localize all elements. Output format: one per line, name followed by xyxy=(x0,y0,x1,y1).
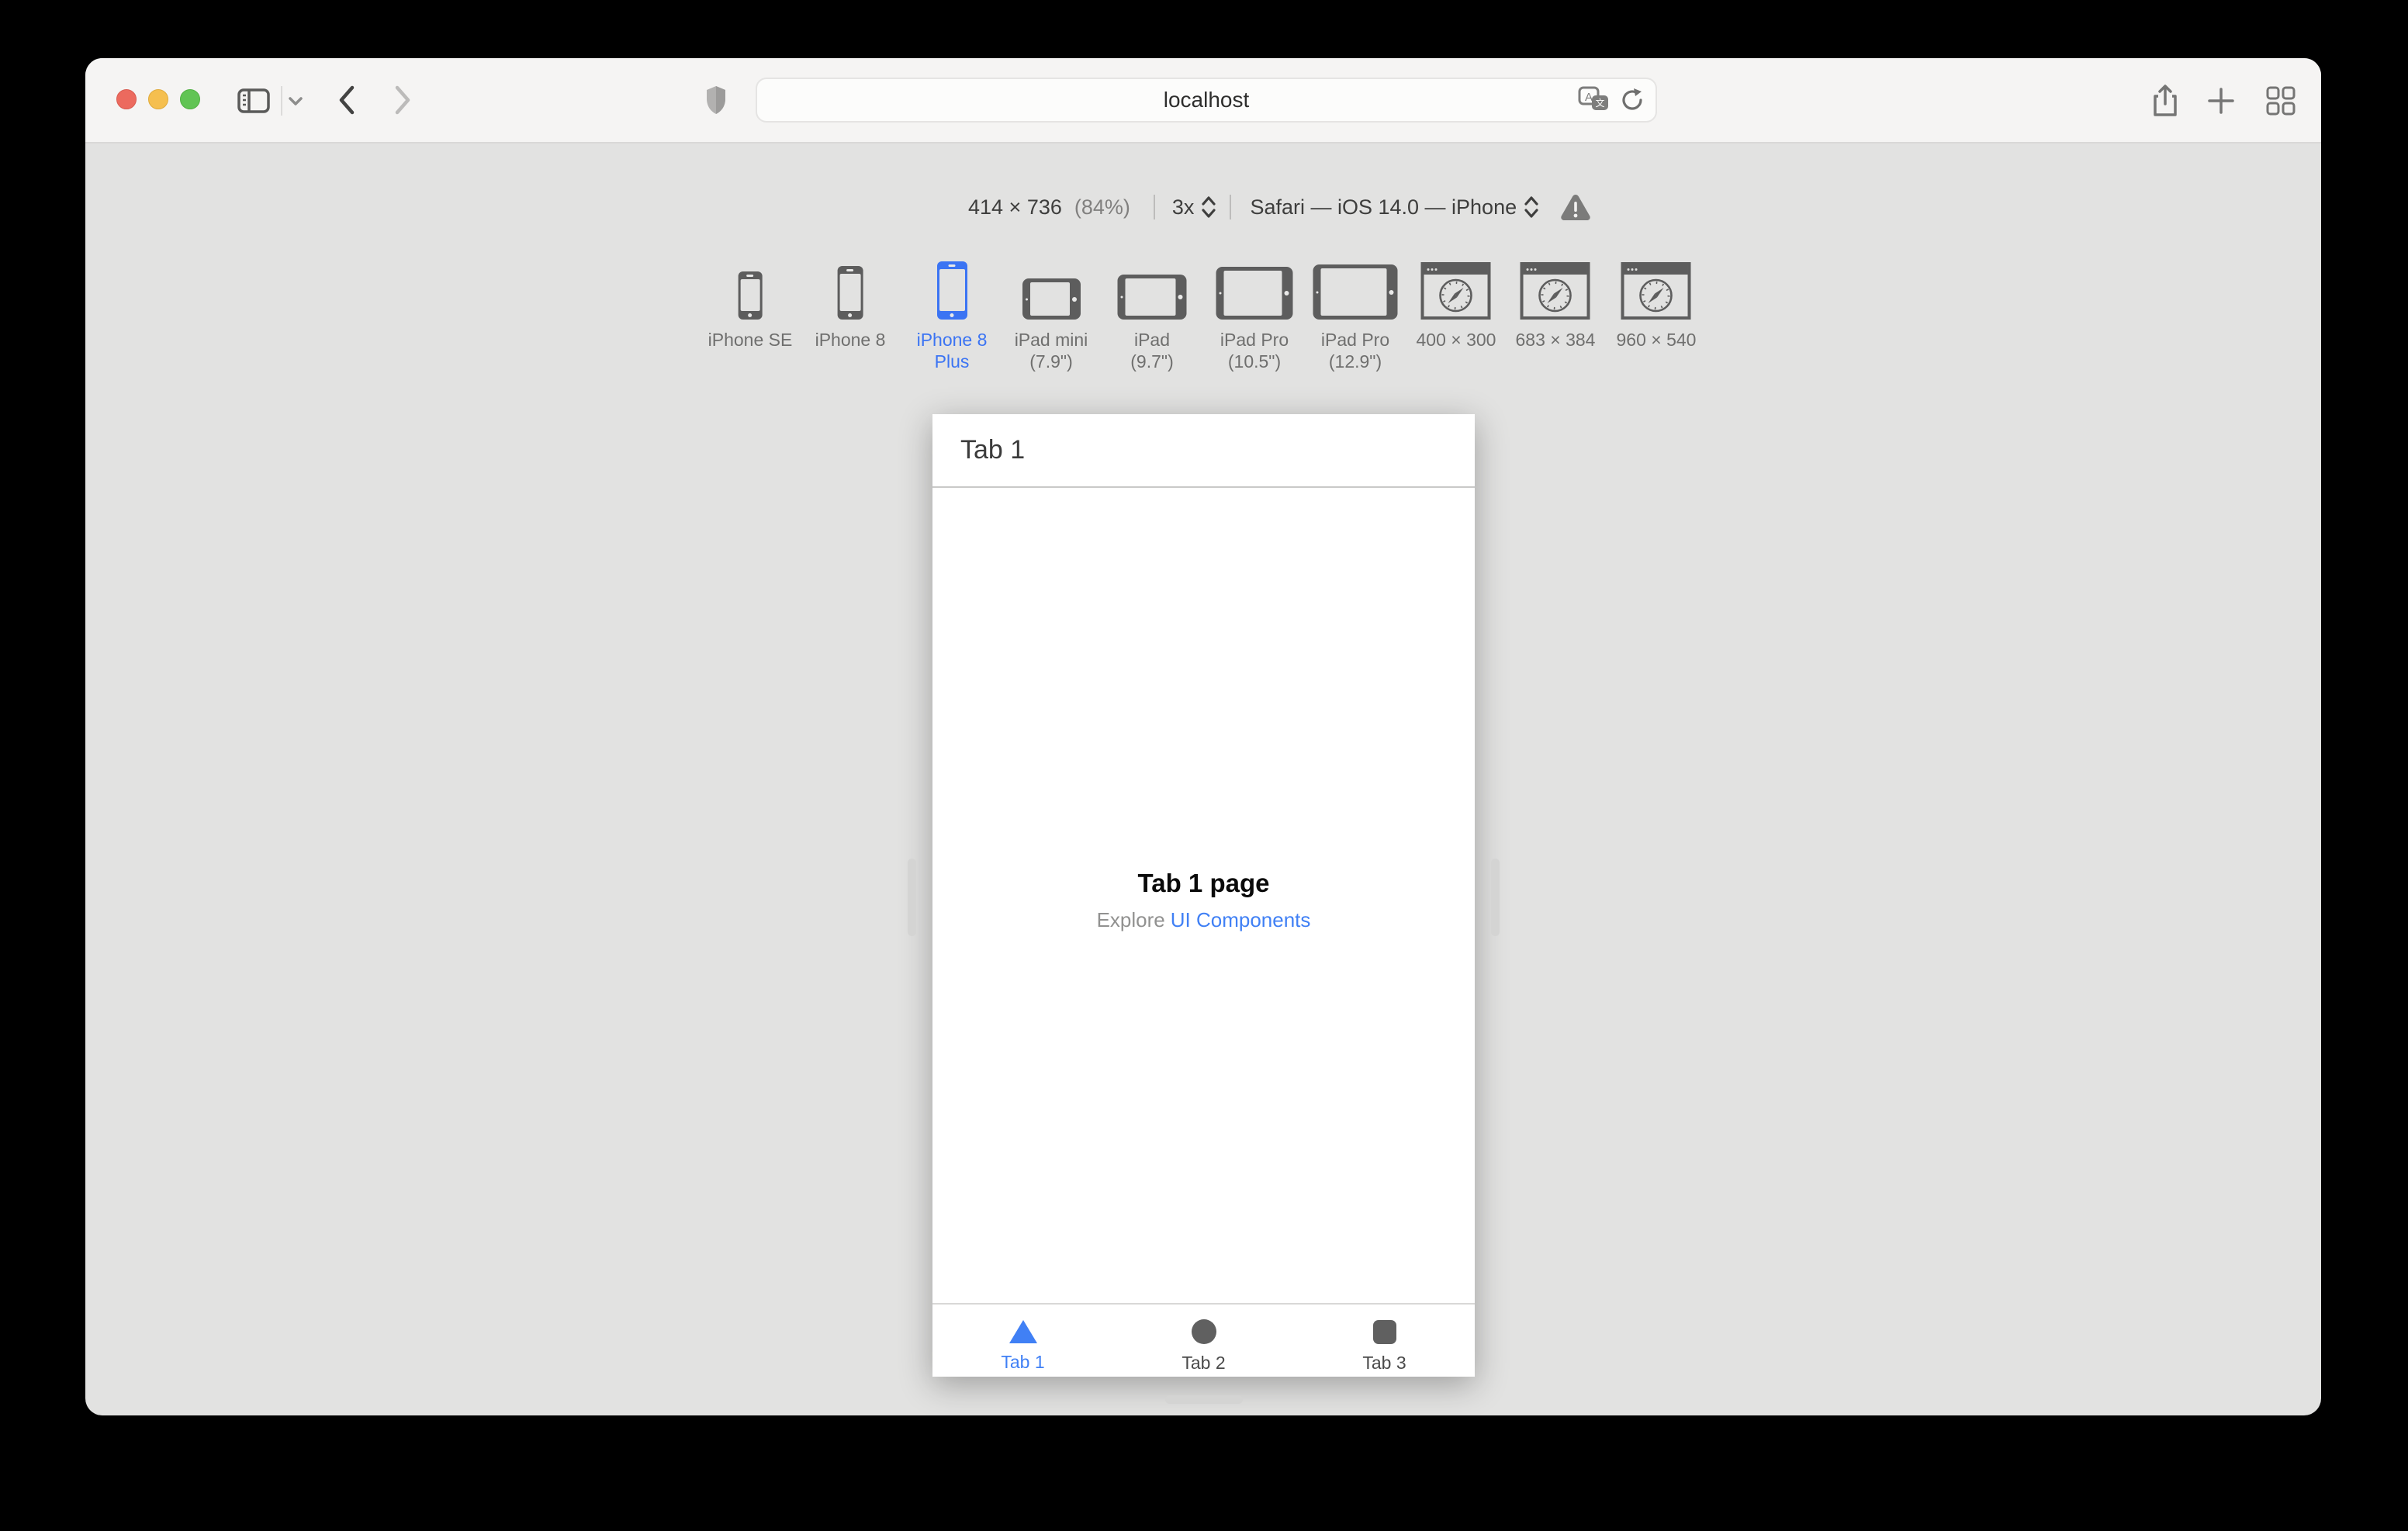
forward-button[interactable] xyxy=(389,83,416,117)
device-option-iphone-8-plus[interactable]: iPhone 8 Plus xyxy=(915,261,989,372)
device-label: iPad mini (7.9") xyxy=(1014,330,1088,372)
device-label: 683 × 384 xyxy=(1515,330,1596,350)
close-window-button[interactable] xyxy=(116,89,137,109)
device-option-683x384[interactable]: 683 × 384 xyxy=(1515,261,1596,351)
device-label: iPhone 8 xyxy=(815,330,886,350)
viewport-size-label: 414 × 736 xyxy=(968,195,1062,219)
share-icon xyxy=(2154,85,2177,116)
tab-overview-button[interactable] xyxy=(2264,85,2298,117)
privacy-shield-icon xyxy=(707,86,725,114)
device-option-ipad-pro-12[interactable]: iPad Pro (12.9") xyxy=(1313,261,1398,372)
scale-value: 3x xyxy=(1171,195,1195,219)
device-label: iPhone SE xyxy=(708,330,793,350)
traffic-lights xyxy=(116,89,200,109)
scale-selector[interactable]: 3x xyxy=(1172,195,1218,219)
nav-title: Tab 1 xyxy=(960,435,1026,465)
svg-text:A: A xyxy=(1585,91,1593,104)
stepper-icon xyxy=(1202,196,1216,218)
phone-icon xyxy=(837,266,863,320)
back-button[interactable] xyxy=(334,83,360,117)
device-label: iPad Pro (10.5") xyxy=(1220,330,1289,372)
divider xyxy=(1230,195,1232,219)
device-label: 960 × 540 xyxy=(1616,330,1697,350)
toolbar-separator xyxy=(281,86,282,116)
translate-icon: A 文 xyxy=(1578,86,1608,110)
page-title: Tab 1 page xyxy=(1137,869,1270,897)
back-icon xyxy=(339,85,355,115)
device-option-ipad[interactable]: iPad (9.7") xyxy=(1117,261,1187,372)
browser-size-icon xyxy=(1621,262,1691,320)
browser-size-icon xyxy=(1421,262,1491,320)
privacy-report-button[interactable] xyxy=(702,83,730,117)
minimize-window-button[interactable] xyxy=(148,89,168,109)
page-content: Tab 1 page Explore UI Components xyxy=(932,869,1475,932)
subtitle-text: Explore xyxy=(1096,908,1165,931)
phone-icon xyxy=(936,261,967,320)
translate-button[interactable]: A 文 xyxy=(1576,85,1611,116)
divider xyxy=(1153,195,1155,219)
stepper-icon xyxy=(1524,196,1538,218)
resize-handle-right[interactable] xyxy=(1491,859,1500,936)
triangle-icon xyxy=(1009,1320,1037,1343)
address-bar-url: localhost xyxy=(1163,88,1250,112)
sidebar-icon xyxy=(237,88,270,113)
share-button[interactable] xyxy=(2149,83,2181,119)
square-icon xyxy=(1372,1320,1396,1344)
resize-handle-left[interactable] xyxy=(908,859,916,936)
tablet-icon xyxy=(1117,275,1187,320)
circle-icon xyxy=(1191,1319,1216,1344)
device-label: iPad (9.7") xyxy=(1130,330,1174,372)
forward-icon xyxy=(395,85,410,115)
user-agent-selector[interactable]: Safari — iOS 14.0 — iPhone xyxy=(1250,195,1540,219)
device-label: 400 × 300 xyxy=(1416,330,1496,350)
tablet-icon xyxy=(1022,278,1081,320)
browser-size-icon xyxy=(1521,262,1590,320)
compass-icon xyxy=(1439,278,1473,313)
app-tab-bar: Tab 1 Tab 2 Tab 3 xyxy=(932,1303,1475,1377)
tab-label: Tab 3 xyxy=(1362,1353,1406,1373)
app-nav-header: Tab 1 xyxy=(932,414,1475,488)
sidebar-menu-button[interactable] xyxy=(285,94,306,108)
new-tab-button[interactable] xyxy=(2205,85,2237,117)
tab-label: Tab 2 xyxy=(1182,1353,1226,1373)
device-option-400x300[interactable]: 400 × 300 xyxy=(1417,261,1496,351)
tablet-icon xyxy=(1216,267,1293,320)
chevron-down-icon xyxy=(289,97,303,105)
reload-button[interactable] xyxy=(1618,86,1646,114)
tab-label: Tab 1 xyxy=(1001,1352,1045,1372)
tab-3[interactable]: Tab 3 xyxy=(1294,1305,1475,1377)
address-bar[interactable]: localhost A 文 xyxy=(756,78,1657,123)
device-option-ipad-mini[interactable]: iPad mini (7.9") xyxy=(1014,261,1088,372)
device-option-ipad-pro-10[interactable]: iPad Pro (10.5") xyxy=(1216,261,1293,372)
warning-button[interactable] xyxy=(1560,193,1591,221)
user-agent-value: Safari — iOS 14.0 — iPhone xyxy=(1250,195,1517,219)
compass-icon xyxy=(1639,278,1673,313)
zoom-percent-label: (84%) xyxy=(1074,195,1130,219)
page-subtitle: Explore UI Components xyxy=(932,908,1475,932)
browser-toolbar: localhost A 文 xyxy=(85,58,2321,143)
resize-handle-bottom[interactable] xyxy=(1165,1395,1243,1404)
reload-icon xyxy=(1622,88,1642,110)
device-label: iPhone 8 Plus xyxy=(916,330,988,372)
phone-icon xyxy=(738,271,763,320)
svg-text:文: 文 xyxy=(1595,97,1604,109)
tablet-icon xyxy=(1313,264,1398,320)
sidebar-toggle-button[interactable] xyxy=(237,88,271,114)
new-tab-icon xyxy=(2208,88,2234,114)
browser-window: localhost A 文 414 × 736 (84%) 3x Safari … xyxy=(85,58,2321,1415)
warning-icon xyxy=(1561,195,1590,220)
compass-icon xyxy=(1538,278,1572,313)
zoom-window-button[interactable] xyxy=(180,89,200,109)
rdm-status-row: 414 × 736 (84%) 3x Safari — iOS 14.0 — i… xyxy=(968,186,1591,228)
ui-components-link[interactable]: UI Components xyxy=(1171,908,1311,931)
device-option-960x540[interactable]: 960 × 540 xyxy=(1616,261,1697,351)
device-option-iphone-se[interactable]: iPhone SE xyxy=(708,261,793,351)
simulated-viewport: Tab 1 Tab 1 page Explore UI Components Ta… xyxy=(932,414,1475,1377)
tab-2[interactable]: Tab 2 xyxy=(1113,1305,1294,1377)
device-option-iphone-8[interactable]: iPhone 8 xyxy=(815,261,886,351)
device-label: iPad Pro (12.9") xyxy=(1320,330,1390,372)
tab-overview-icon xyxy=(2266,86,2296,116)
tab-1[interactable]: Tab 1 xyxy=(932,1305,1113,1377)
